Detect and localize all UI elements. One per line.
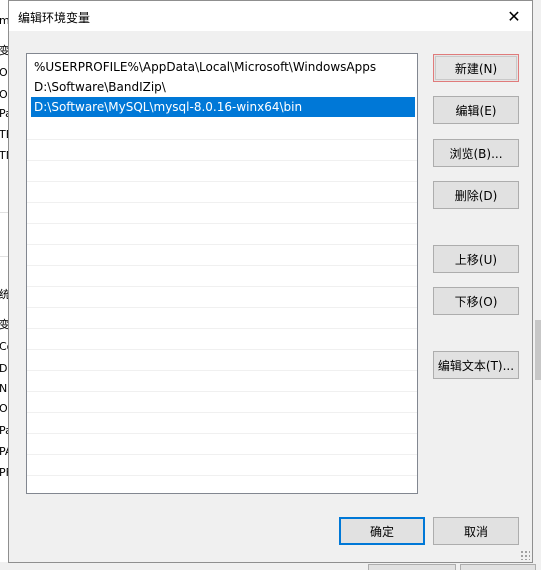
background-text-fragment: PF xyxy=(0,466,8,479)
browse-button[interactable]: 浏览(B)... xyxy=(433,139,519,167)
background-window-right-edge xyxy=(533,0,541,570)
close-icon: ✕ xyxy=(507,6,521,26)
background-button xyxy=(460,564,536,570)
background-text-fragment: TE xyxy=(0,128,8,141)
dialog-title: 编辑环境变量 xyxy=(18,11,91,25)
background-button xyxy=(368,564,456,570)
resize-grip[interactable] xyxy=(520,550,530,560)
background-text-fragment: m xyxy=(0,14,8,27)
background-text-fragment: TN xyxy=(0,149,8,162)
edit-text-button[interactable]: 编辑文本(T)... xyxy=(433,351,519,379)
list-row-separator xyxy=(27,223,417,224)
background-divider xyxy=(0,212,8,213)
list-row-separator xyxy=(27,454,417,455)
background-text-fragment: 统 xyxy=(0,288,8,301)
list-row-separator xyxy=(27,370,417,371)
move-down-button[interactable]: 下移(O) xyxy=(433,287,519,315)
list-row-separator xyxy=(27,160,417,161)
list-row-separator xyxy=(27,412,417,413)
background-text-fragment: PA xyxy=(0,445,8,458)
list-row-separator xyxy=(27,139,417,140)
background-text-fragment: O xyxy=(0,66,8,79)
background-divider xyxy=(0,256,8,257)
new-button[interactable]: 新建(N) xyxy=(433,54,519,82)
background-text-fragment: Dr xyxy=(0,362,8,375)
background-text-fragment: 变 xyxy=(0,318,8,331)
background-text-fragment: Pa xyxy=(0,107,8,120)
list-row-separator xyxy=(27,328,417,329)
path-list-item-selected[interactable]: D:\Software\MySQL\mysql-8.0.16-winx64\bi… xyxy=(31,97,415,117)
list-row-separator xyxy=(27,475,417,476)
list-row-separator xyxy=(27,286,417,287)
path-list[interactable]: %USERPROFILE%\AppData\Local\Microsoft\Wi… xyxy=(26,53,418,494)
list-row-separator xyxy=(27,391,417,392)
close-button[interactable]: ✕ xyxy=(496,1,532,31)
list-row-separator xyxy=(27,265,417,266)
title-bar: 编辑环境变量 ✕ xyxy=(9,1,532,31)
background-text-fragment: Co xyxy=(0,340,8,353)
background-text-fragment: O xyxy=(0,88,8,101)
delete-button[interactable]: 删除(D) xyxy=(433,181,519,209)
cancel-button[interactable]: 取消 xyxy=(433,517,519,545)
background-text-fragment: N xyxy=(0,382,8,395)
list-row-separator xyxy=(27,202,417,203)
background-text-fragment: Pa xyxy=(0,424,8,437)
edit-environment-variable-dialog: 编辑环境变量 ✕ %USERPROFILE%\AppData\Local\Mic… xyxy=(8,0,533,563)
list-row-separator xyxy=(27,307,417,308)
path-list-item[interactable]: D:\Software\BandIZip\ xyxy=(31,77,415,97)
background-scrollbar xyxy=(535,320,541,380)
list-row-separator xyxy=(27,244,417,245)
move-up-button[interactable]: 上移(U) xyxy=(433,245,519,273)
edit-button[interactable]: 编辑(E) xyxy=(433,96,519,124)
list-row-separator xyxy=(27,181,417,182)
background-text-fragment: O xyxy=(0,402,8,415)
list-row-separator xyxy=(27,433,417,434)
background-window-bottom-edge xyxy=(0,562,541,570)
list-row-separator xyxy=(27,349,417,350)
path-list-item[interactable]: %USERPROFILE%\AppData\Local\Microsoft\Wi… xyxy=(31,57,415,77)
ok-button[interactable]: 确定 xyxy=(339,517,425,545)
background-text-fragment: 变 xyxy=(0,44,8,57)
